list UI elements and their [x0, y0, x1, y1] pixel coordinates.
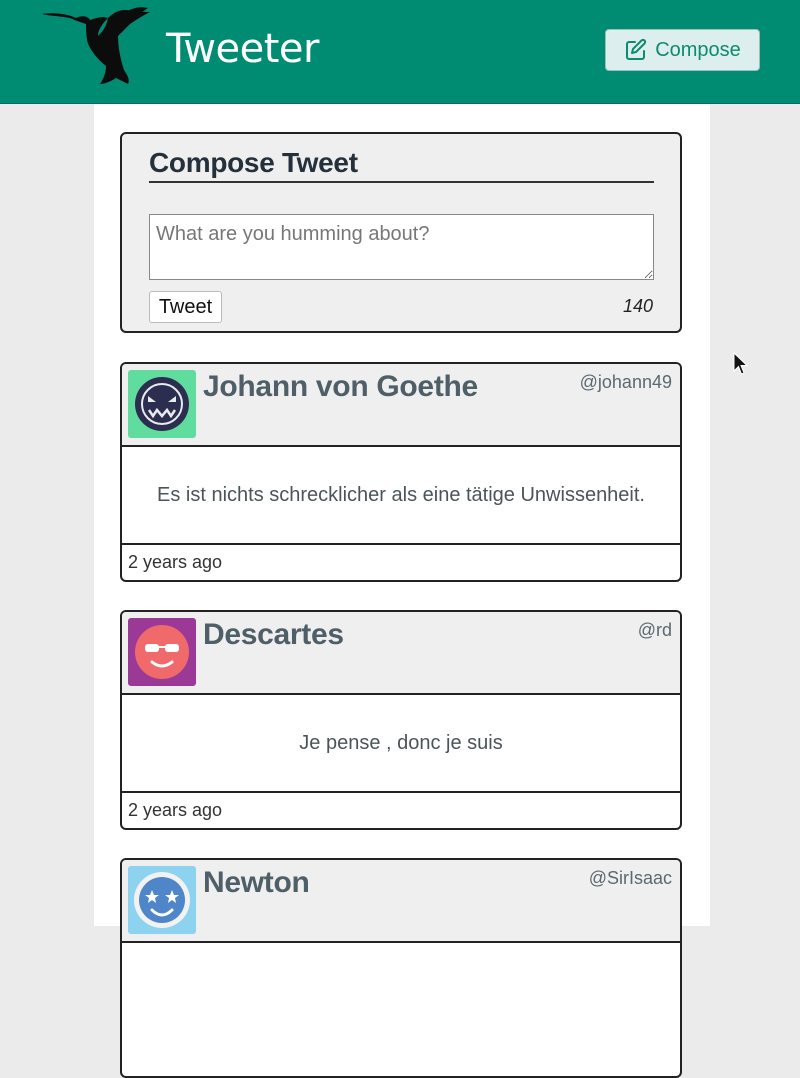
tweet-timestamp: 2 years ago — [122, 791, 680, 828]
compose-title: Compose Tweet — [149, 147, 654, 183]
tweet-handle: @rd — [637, 620, 672, 640]
compose-panel: Compose Tweet Tweet 140 — [120, 132, 682, 333]
tweet-timestamp: 2 years ago — [122, 543, 680, 580]
tweet-button[interactable]: Tweet — [149, 291, 222, 323]
tweet-header: Descartes @rd — [122, 612, 680, 695]
tweet-handle: @johann49 — [579, 372, 672, 392]
tweet-card: Johann von Goethe @johann49 Es ist nicht… — [120, 362, 682, 582]
compose-button[interactable]: Compose — [605, 29, 760, 71]
tweet-input[interactable] — [149, 214, 654, 280]
tweet-header: Johann von Goethe @johann49 — [122, 364, 680, 447]
brand-title: Tweeter — [166, 26, 319, 72]
tweet-handle: @SirIsaac — [588, 868, 672, 888]
tweet-author-name: Newton — [203, 866, 310, 899]
tweet-card: Newton @SirIsaac — [120, 858, 682, 1078]
tweet-card: Descartes @rd Je pense , donc je suis 2 … — [120, 610, 682, 830]
avatar-icon — [128, 370, 196, 438]
char-counter: 140 — [622, 296, 653, 316]
tweet-author-name: Descartes — [203, 618, 344, 651]
tweet-author-name: Johann von Goethe — [203, 370, 478, 403]
avatar-icon — [128, 866, 196, 934]
tweet-header: Newton @SirIsaac — [122, 860, 680, 943]
tweet-text: Es ist nichts schrecklicher als eine tät… — [157, 483, 645, 506]
avatar-icon — [128, 618, 196, 686]
mouse-pointer-icon — [733, 352, 749, 375]
edit-icon — [626, 38, 647, 60]
navbar: Tweeter Compose — [0, 0, 800, 104]
hummingbird-logo-icon — [42, 7, 150, 84]
compose-button-label: Compose — [655, 38, 741, 61]
tweet-text: Je pense , donc je suis — [299, 731, 503, 754]
main-container: Compose Tweet Tweet 140 Johann von Goeth… — [94, 104, 710, 1078]
